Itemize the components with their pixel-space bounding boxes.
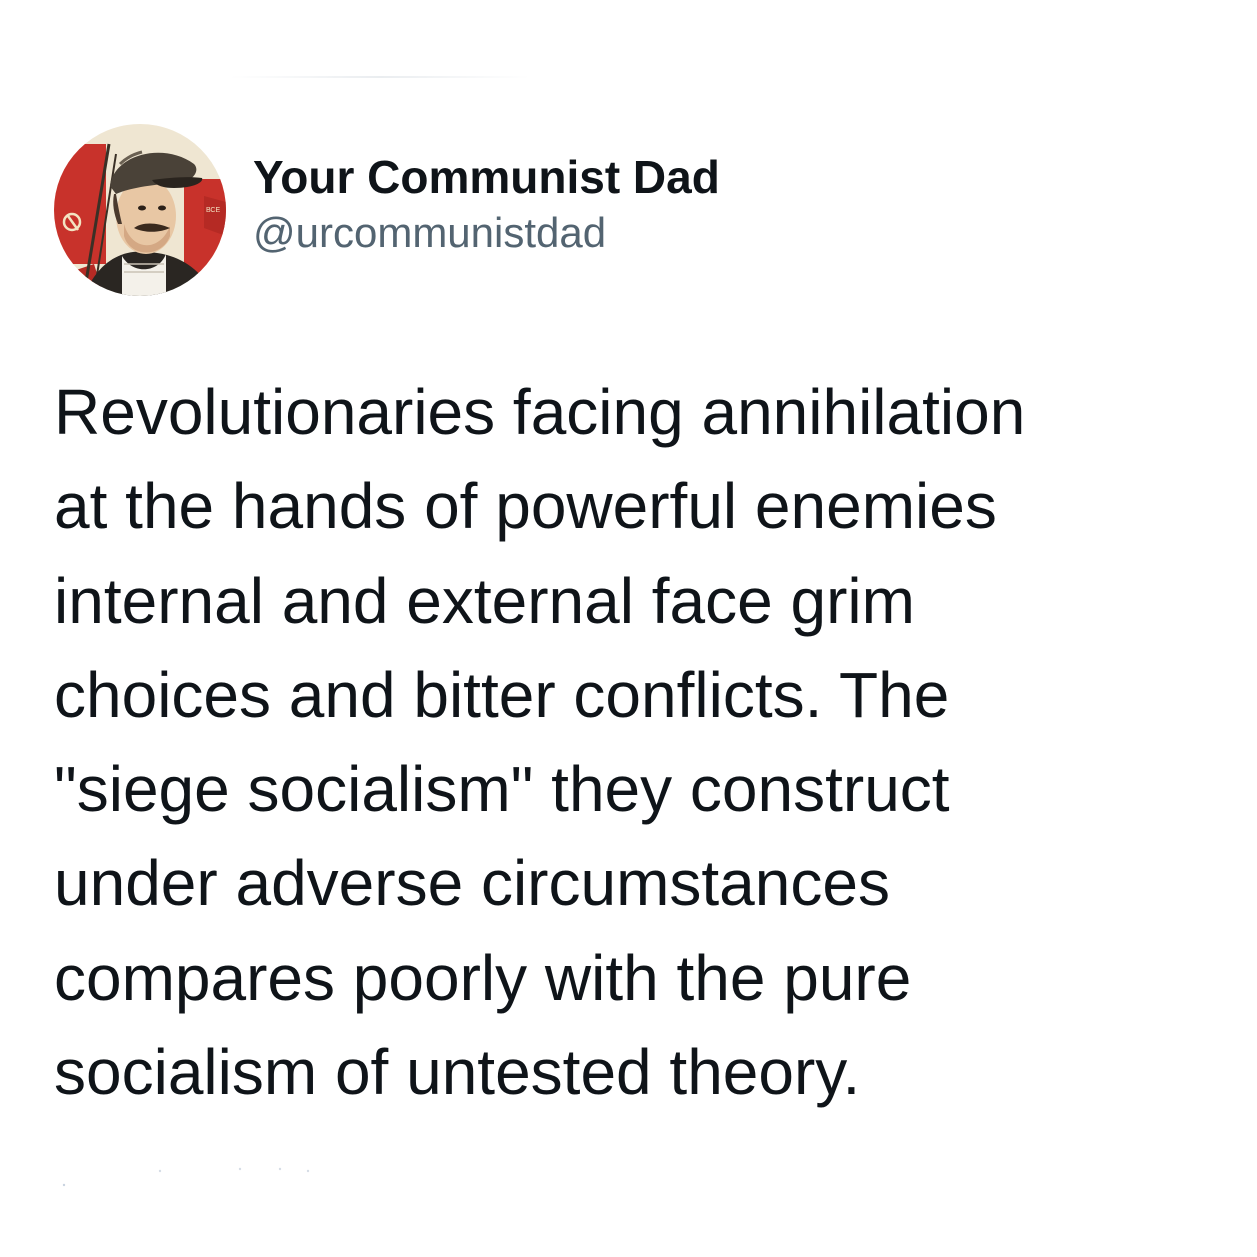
faint-artifact-dots [62,1167,310,1187]
tweet-text-line: compares poorly with the pure [54,941,912,1014]
tweet-text-line: at the hands of powerful enemies [54,470,997,543]
svg-text:17: 17 [58,141,74,157]
display-name[interactable]: Your Communist Dad [253,149,720,205]
tweet-text-line: internal and external face grim [54,564,915,637]
tweet-text-line: under adverse circumstances [54,847,890,920]
tweet-header: ВСЕ 17 Your Communist Dad @urcommunistda… [54,124,720,296]
author-names: Your Communist Dad @urcommunistdad [253,149,720,261]
tweet-card: ВСЕ 17 Your Communist Dad @urcommunistda… [0,0,1257,1257]
tweet-text-line: Revolutionaries facing annihilation [54,376,1026,448]
tweet-text-line: choices and bitter conflicts. The [54,658,950,731]
avatar[interactable]: ВСЕ 17 [54,124,226,296]
svg-text:ВСЕ: ВСЕ [206,207,220,214]
user-handle[interactable]: @urcommunistdad [253,205,720,261]
tweet-text-line: socialism of untested theory. [54,1036,861,1109]
tweet-text-line: "siege socialism" they construct [54,753,950,826]
soviet-poster-portrait-icon: ВСЕ 17 [54,124,226,296]
tweet-text: Revolutionaries facing annihilation at t… [54,365,1204,1119]
faint-divider [230,76,530,78]
